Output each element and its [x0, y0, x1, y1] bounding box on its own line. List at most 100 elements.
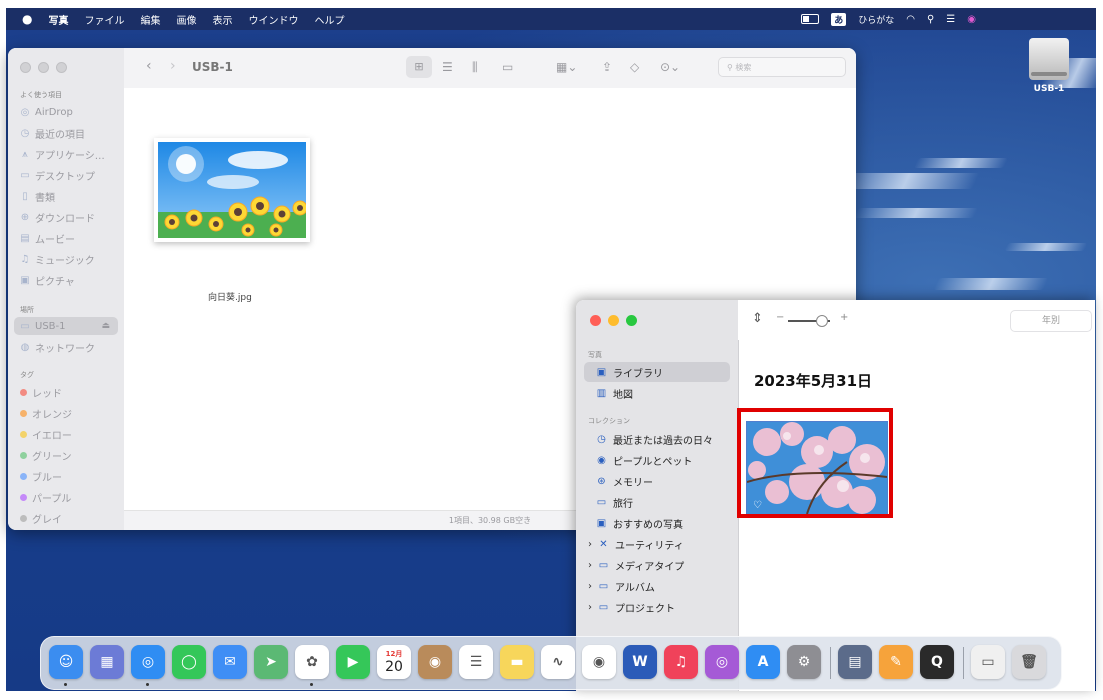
sidebar-item-tag[interactable]: グリーン	[20, 446, 120, 464]
dock-app-chrome[interactable]: ◉	[582, 645, 616, 679]
sidebar-item-tag[interactable]: オレンジ	[20, 404, 120, 422]
photos-sidebar-item[interactable]: ⊛ メモリー	[584, 471, 730, 491]
chevron-right-icon[interactable]: ›	[588, 560, 592, 571]
zoom-button[interactable]	[56, 62, 67, 73]
menu-app-name[interactable]: 写真	[48, 12, 68, 27]
sidebar-item-tag[interactable]: イエロー	[20, 425, 120, 443]
photos-sidebar-item[interactable]: › ✕ ユーティリティ	[584, 534, 730, 554]
zoom-out-label[interactable]: −	[776, 312, 784, 323]
search-input[interactable]: ⚲ 検索	[718, 57, 846, 77]
menu-edit[interactable]: 編集	[140, 12, 160, 27]
sidebar-item[interactable]: ◎ AirDrop	[20, 103, 120, 121]
view-segment-years[interactable]: 年別	[1010, 310, 1092, 332]
dock-app-word[interactable]: W	[623, 645, 657, 679]
dock-app-preview[interactable]: ▤	[838, 645, 872, 679]
menu-image[interactable]: 画像	[176, 12, 196, 27]
dock-app-reminders[interactable]: ☰	[459, 645, 493, 679]
icon-view-icon[interactable]: ⊞	[406, 56, 432, 78]
list-view-icon[interactable]: ☰	[442, 60, 453, 74]
column-view-icon[interactable]: ⫼	[472, 60, 478, 75]
file-name-label[interactable]: 向日葵.jpg	[208, 290, 252, 303]
zoom-slider-knob[interactable]	[816, 315, 828, 327]
menu-window[interactable]: ウインドウ	[248, 12, 298, 27]
dock-app-quicktime[interactable]: Q	[920, 645, 954, 679]
file-thumbnail[interactable]	[154, 138, 310, 242]
dock-app-pages[interactable]: ✎	[879, 645, 913, 679]
close-button[interactable]	[20, 62, 31, 73]
sidebar-item-location[interactable]: ▭ USB-1 ⏏	[14, 317, 118, 335]
group-icon[interactable]: ▦⌄	[556, 60, 577, 74]
photos-sidebar-item[interactable]: ◉ ピープルとペット	[584, 450, 730, 470]
sidebar-item[interactable]: ◷ 最近の項目	[20, 124, 120, 142]
sidebar-item-tag[interactable]: ブルー	[20, 467, 120, 485]
photos-sidebar-item[interactable]: ▣ おすすめの写真	[584, 513, 730, 533]
ime-icon[interactable]: あ	[831, 12, 847, 26]
siri-icon[interactable]: ◉	[967, 14, 976, 25]
minimize-button[interactable]	[38, 62, 49, 73]
adjust-icon[interactable]: ⇕	[752, 311, 763, 326]
zoom-button[interactable]	[626, 315, 637, 326]
photos-sidebar-item[interactable]: › ▭ メディアタイプ	[584, 555, 730, 575]
dock-app-launchpad[interactable]: ▦	[90, 645, 124, 679]
minimize-button[interactable]	[608, 315, 619, 326]
sidebar-item[interactable]: ▯ 書類	[20, 187, 120, 205]
dock-app-system-settings[interactable]: ⚙	[787, 645, 821, 679]
sidebar-item-tag[interactable]: パープル	[20, 488, 120, 506]
sidebar-item[interactable]: ⊕ ダウンロード	[20, 208, 120, 226]
control-center-icon[interactable]: ☰	[946, 14, 955, 25]
dock-app-finder[interactable]: ☺	[49, 645, 83, 679]
sidebar-item-location[interactable]: ◍ ネットワーク	[20, 338, 120, 356]
zoom-in-label[interactable]: +	[840, 312, 848, 323]
wifi-icon[interactable]: ◠	[906, 14, 915, 25]
chevron-right-icon[interactable]: ›	[588, 602, 592, 613]
ime-label[interactable]: ひらがな	[858, 13, 894, 26]
sidebar-item[interactable]: ▤ ムービー	[20, 229, 120, 247]
dock-app-contacts[interactable]: ◉	[418, 645, 452, 679]
dock-app-freeform[interactable]: ∿	[541, 645, 575, 679]
dock-app-music[interactable]: ♫	[664, 645, 698, 679]
chevron-right-icon[interactable]: ›	[588, 539, 592, 550]
photos-sidebar-item[interactable]: ▭ 旅行	[584, 492, 730, 512]
battery-icon[interactable]	[801, 14, 820, 24]
photos-sidebar-item[interactable]: ▣ ライブラリ	[584, 362, 730, 382]
sidebar-item[interactable]: ♫ ミュージック	[20, 250, 120, 268]
dock-app-trash[interactable]: 🗑	[1012, 645, 1046, 679]
menu-view[interactable]: 表示	[212, 12, 232, 27]
photos-sidebar-item[interactable]: › ▭ プロジェクト	[584, 597, 730, 617]
chevron-right-icon[interactable]: ›	[588, 581, 592, 592]
sidebar-item[interactable]: ▣ ピクチャ	[20, 271, 120, 289]
photos-sidebar-item[interactable]: ◷ 最近または過去の日々	[584, 429, 730, 449]
tag-color-dot	[20, 472, 27, 480]
photos-sidebar-item[interactable]: › ▭ アルバム	[584, 576, 730, 596]
forward-icon[interactable]: ›	[170, 58, 176, 74]
dock-app-podcasts[interactable]: ◎	[705, 645, 739, 679]
dock-app-photos[interactable]: ✿	[295, 645, 329, 679]
apple-menu-icon[interactable]: ●	[22, 12, 32, 26]
more-actions-icon[interactable]: ⊙⌄	[660, 60, 680, 74]
dock-app-safari[interactable]: ◎	[131, 645, 165, 679]
eject-icon[interactable]: ⏏	[101, 321, 110, 331]
spotlight-icon[interactable]: ⚲	[927, 14, 934, 25]
dock-app-maps[interactable]: ➤	[254, 645, 288, 679]
dock-app-downloads-stack[interactable]: ▭	[971, 645, 1005, 679]
share-icon[interactable]: ⇪	[602, 60, 612, 74]
dock-app-facetime[interactable]: ▶	[336, 645, 370, 679]
gallery-view-icon[interactable]: ▭	[502, 60, 513, 74]
tag-icon[interactable]: ◇	[630, 60, 639, 74]
back-icon[interactable]: ‹	[146, 58, 152, 74]
sidebar-item[interactable]: ▭ デスクトップ	[20, 166, 120, 184]
menu-file[interactable]: ファイル	[84, 12, 124, 27]
dock-app-app-store[interactable]: A	[746, 645, 780, 679]
usb-drive-desktop-icon[interactable]: USB-1	[1024, 38, 1074, 94]
dock-app-notes[interactable]: ▬	[500, 645, 534, 679]
sidebar-item-tag[interactable]: グレイ	[20, 509, 120, 527]
sidebar-item[interactable]: ⩚ アプリケーシ…	[20, 145, 120, 163]
dock-app-mail[interactable]: ✉	[213, 645, 247, 679]
close-button[interactable]	[590, 315, 601, 326]
dock-app-messages[interactable]: ◯	[172, 645, 206, 679]
dock-app-calendar[interactable]: 12月 20	[377, 645, 411, 679]
contacts-icon: ◉	[428, 654, 442, 670]
photos-sidebar-item[interactable]: ▥ 地図	[584, 383, 730, 403]
sidebar-item-tag[interactable]: レッド	[20, 383, 120, 401]
menu-help[interactable]: ヘルプ	[314, 12, 344, 27]
